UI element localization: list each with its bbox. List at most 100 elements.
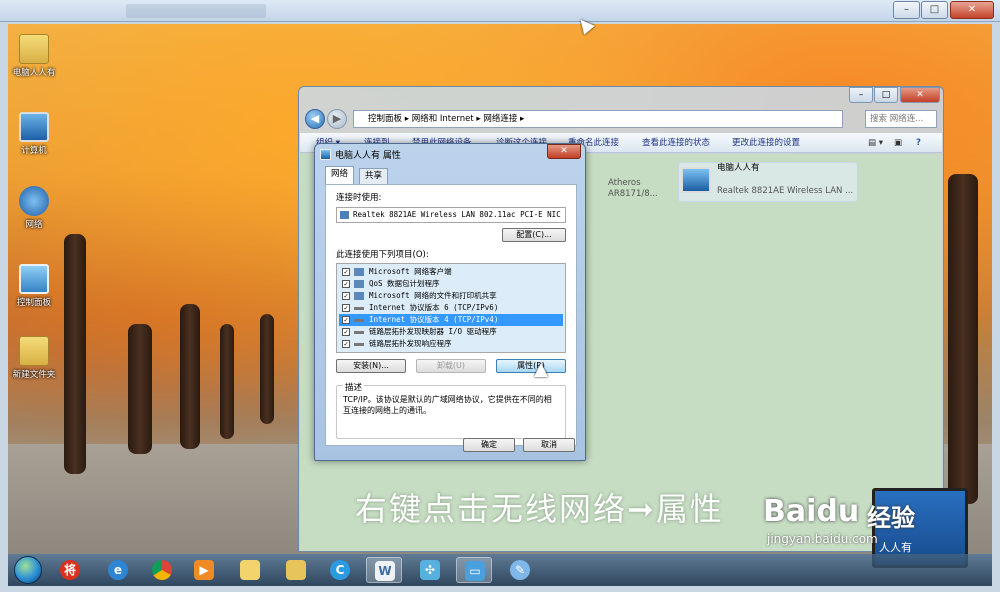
taskbar-folder[interactable] [278, 557, 314, 583]
start-button[interactable] [14, 556, 42, 584]
network-tool-icon: ✣ [420, 560, 440, 580]
qq-browser-icon: C [330, 560, 350, 580]
media-player-icon: ▶ [194, 560, 214, 580]
taskbar-ie[interactable]: e [100, 557, 136, 583]
chrome-icon [152, 560, 172, 580]
outer-title-bar: – □ ✕ [0, 0, 1000, 22]
dialog-close-button[interactable]: ✕ [547, 144, 581, 159]
service-icon [354, 280, 364, 288]
tab-sharing[interactable]: 共享 [359, 168, 389, 184]
explorer-maximize-button[interactable]: □ [874, 87, 898, 103]
taskbar-network-connections[interactable]: ▭ [456, 557, 492, 583]
search-input[interactable]: 搜索 网络连... [865, 110, 937, 128]
pinyin-icon: 将 [60, 560, 80, 580]
explorer-close-button[interactable]: ✕ [900, 87, 940, 103]
mouse-cursor-icon [534, 363, 548, 377]
list-item[interactable]: ✓ QoS 数据包计划程序 [339, 278, 563, 290]
baidu-watermark: Baidu 经验 jingyan.baidu.com [763, 494, 915, 546]
change-settings-button[interactable]: 更改此连接的设置 [732, 133, 800, 153]
properties-button[interactable]: 属性(R) [496, 359, 566, 373]
breadcrumb-network-connections[interactable]: 网络连接 [483, 114, 517, 124]
checkbox[interactable]: ✓ [342, 328, 350, 336]
desktop-icon-computer[interactable]: 计算机 [8, 112, 62, 156]
checkbox[interactable]: ✓ [342, 304, 350, 312]
taskbar-network-tool[interactable]: ✣ [412, 557, 448, 583]
help-icon[interactable]: ? [916, 133, 921, 153]
taskbar-explorer[interactable] [232, 557, 268, 583]
list-item[interactable]: ✓ Internet 协议版本 6 (TCP/IPv6) [339, 302, 563, 314]
address-bar[interactable]: 控制面板 ▸ 网络和 Internet ▸ 网络连接 ▸ [353, 110, 843, 128]
list-item[interactable]: ✓ Microsoft 网络的文件和打印机共享 [339, 290, 563, 302]
list-item[interactable]: ✓ 链路层拓扑发现响应程序 [339, 338, 563, 350]
taskbar-pinyin[interactable]: 将 [52, 557, 88, 583]
cancel-button[interactable]: 取消 [523, 438, 575, 452]
checkbox[interactable]: ✓ [342, 280, 350, 288]
list-item[interactable]: ✓ Microsoft 网络客户端 [339, 266, 563, 278]
folder-icon [19, 34, 49, 64]
list-item-ipv4-selected[interactable]: ✓ Internet 协议版本 4 (TCP/IPv4) [339, 314, 563, 326]
forward-button[interactable]: ▶ [327, 109, 347, 129]
client-icon [354, 268, 364, 276]
breadcrumb-control-panel[interactable]: 控制面板 [368, 114, 402, 124]
close-button[interactable]: ✕ [950, 1, 994, 19]
view-status-button[interactable]: 查看此连接的状态 [642, 133, 710, 153]
checkbox[interactable]: ✓ [342, 268, 350, 276]
connect-using-label: 连接时使用: [336, 193, 382, 203]
wallpaper-tree [64, 234, 86, 474]
checkbox[interactable]: ✓ [342, 316, 350, 324]
ok-button[interactable]: 确定 [463, 438, 515, 452]
folder-icon [19, 336, 49, 366]
items-label: 此连接使用下列项目(O): [336, 250, 429, 260]
protocol-icon [354, 319, 364, 322]
document-icon: W [375, 561, 395, 581]
explorer-icon [240, 560, 260, 580]
wallpaper-tree [180, 304, 200, 449]
wallpaper-tree [128, 324, 152, 454]
tab-network[interactable]: 网络 [325, 166, 355, 184]
ie-icon: e [108, 560, 128, 580]
checkbox[interactable]: ✓ [342, 340, 350, 348]
paint-icon: ✎ [510, 560, 530, 580]
view-options-icon[interactable]: ▤ ▾ [868, 133, 883, 153]
computer-icon [19, 112, 49, 142]
properties-dialog: 电脑人人有 属性 ✕ 网络 共享 连接时使用: Realtek 8821AE W… [314, 143, 586, 461]
network-adapter-icon [320, 149, 331, 160]
checkbox[interactable]: ✓ [342, 292, 350, 300]
nic-icon [340, 211, 349, 219]
explorer-caption [299, 87, 943, 105]
protocol-icon [354, 307, 364, 310]
taskbar-chrome[interactable] [144, 557, 180, 583]
wallpaper-tree [260, 314, 274, 424]
taskbar-qq-browser[interactable]: C [322, 557, 358, 583]
back-button[interactable]: ◀ [305, 109, 325, 129]
desktop-icon-network[interactable]: 网络 [8, 186, 62, 230]
uninstall-button[interactable]: 卸载(U) [416, 359, 486, 373]
dialog-title: 电脑人人有 属性 [335, 151, 401, 161]
adapter-ethernet[interactable]: Atheros AR8171/8... [570, 162, 680, 202]
protocol-icon [354, 343, 364, 346]
install-button[interactable]: 安装(N)... [336, 359, 406, 373]
list-item[interactable]: ✓ 链路层拓扑发现映射器 I/O 驱动程序 [339, 326, 563, 338]
taskbar-paint[interactable]: ✎ [502, 557, 538, 583]
minimize-button[interactable]: – [893, 1, 920, 19]
address-row: ◀ ▶ 控制面板 ▸ 网络和 Internet ▸ 网络连接 ▸ 搜索 网络连.… [303, 108, 941, 130]
desktop-icon-control-panel[interactable]: 控制面板 [8, 264, 62, 308]
taskbar-media-player[interactable]: ▶ [186, 557, 222, 583]
control-panel-icon [19, 264, 49, 294]
breadcrumb-network-internet[interactable]: 网络和 Internet [412, 114, 474, 124]
network-icon [19, 186, 49, 216]
network-connections-icon: ▭ [465, 561, 485, 581]
desktop-icon-new-folder[interactable]: 新建文件夹 [8, 336, 62, 380]
configure-button[interactable]: 配置(C)... [502, 228, 566, 242]
wallpaper-tree [948, 174, 978, 504]
preview-pane-icon[interactable]: ▣ [894, 133, 902, 153]
maximize-button[interactable]: □ [921, 1, 948, 19]
service-icon [354, 292, 364, 300]
adapter-wireless[interactable]: 电脑人人有 Realtek 8821AE Wireless LAN ... [678, 162, 858, 202]
network-tab-panel: 连接时使用: Realtek 8821AE Wireless LAN 802.1… [325, 184, 577, 446]
explorer-minimize-button[interactable]: – [849, 87, 873, 103]
desktop-icon-user-folder[interactable]: 电脑人人有 [8, 34, 62, 78]
folder-icon [286, 560, 306, 580]
adapter-name-field: Realtek 8821AE Wireless LAN 802.11ac PCI… [336, 207, 566, 223]
taskbar-document[interactable]: W [366, 557, 402, 583]
